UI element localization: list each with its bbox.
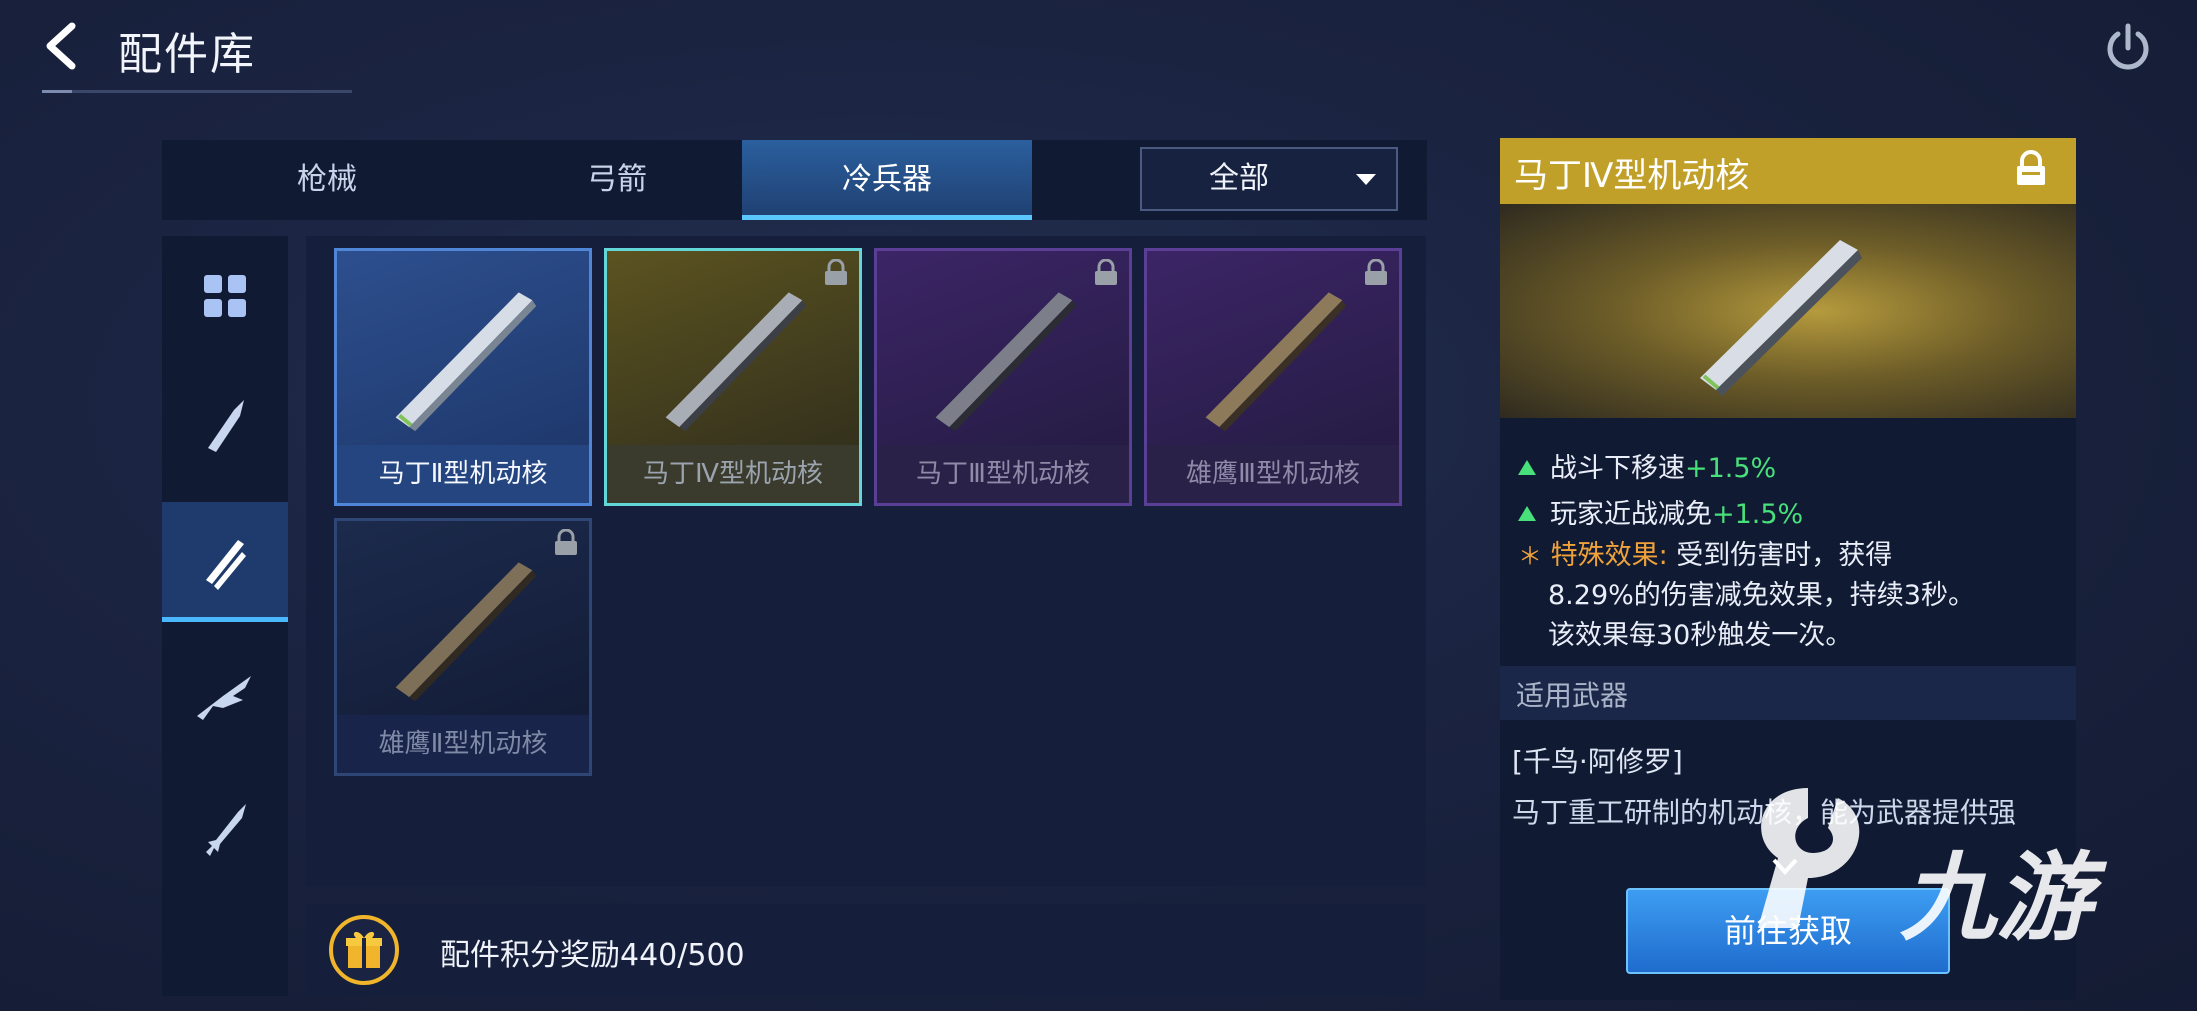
gift-button[interactable] [328,914,400,986]
dual-blade-icon [206,539,246,590]
power-button[interactable] [2100,20,2156,76]
star-icon: ＊ [1518,542,1542,570]
core-image [665,292,807,432]
side-item-all[interactable] [162,236,288,356]
special-effect-line: ＊ 特殊效果: 受到伤害时，获得 [1518,536,1892,576]
reward-label: 配件积分奖励440/500 [440,938,745,973]
sword-icon [206,804,246,856]
applicable-weapon: [千鸟·阿修罗] [1512,745,1683,778]
title-divider [42,90,352,93]
item-name: 雄鹰Ⅲ型机动核 [1147,445,1399,503]
watermark-logo [1758,788,1860,928]
up-arrow-icon [1518,460,1536,475]
stat-value: +1.5% [1685,453,1777,484]
special-effect-text: 8.29%的伤害减免效果，持续3秒。 [1548,580,1975,611]
special-effect-label: 特殊效果: [1550,540,1668,571]
stat-label: 战斗下移速 [1550,453,1685,484]
chevron-down-icon [1356,174,1376,185]
side-item-wing-blade[interactable] [162,636,288,756]
title-divider-accent [42,90,72,93]
section-title: 适用武器 [1516,679,1629,712]
item-card-selected[interactable]: 马丁Ⅳ型机动核 [604,248,862,506]
power-icon [2107,23,2149,70]
grid-icon [204,275,246,317]
core-image [395,562,537,702]
item-name: 马丁Ⅲ型机动核 [877,445,1129,503]
item-card[interactable]: 雄鹰Ⅱ型机动核 [334,518,592,776]
core-image [395,292,537,432]
filter-dropdown[interactable]: 全部 [1140,147,1398,211]
lock-icon [825,259,847,285]
side-nav [162,236,288,996]
tab-guns[interactable]: 枪械 [182,140,472,220]
watermark-text: 九游 [1900,842,2092,954]
detail-title: 马丁Ⅳ型机动核 [1514,156,1750,196]
stat-label: 玩家近战减免 [1550,499,1712,530]
lock-icon [2017,150,2045,185]
up-arrow-icon [1518,506,1536,521]
stat-row: 战斗下移速+1.5% [1518,446,1776,485]
item-card[interactable]: 马丁Ⅲ型机动核 [874,248,1132,506]
core-image [935,292,1077,432]
item-name: 雄鹰Ⅱ型机动核 [337,715,589,773]
filter-selected: 全部 [1209,161,1269,196]
back-button[interactable] [38,18,88,74]
lock-icon [555,529,577,555]
gift-icon [329,915,399,985]
item-card[interactable]: 马丁Ⅱ型机动核 [334,248,592,506]
blade-icon [208,400,244,452]
weapons-section-header: 适用武器 [1500,666,2076,720]
special-effect-text: 受到伤害时，获得 [1676,540,1893,571]
core-image [1700,240,1862,396]
detail-image [1500,204,2076,418]
tab-melee[interactable]: 冷兵器 [742,140,1032,220]
wing-blade-icon [197,676,251,720]
lock-icon [1095,259,1117,285]
item-name: 马丁Ⅱ型机动核 [337,445,589,503]
side-item-sword[interactable] [162,768,288,888]
lock-icon [1365,259,1387,285]
chevron-left-icon [46,22,76,70]
item-grid: 马丁Ⅱ型机动核 马丁Ⅳ型机动核 马丁Ⅲ型机动核 雄鹰Ⅲ型机动核 雄鹰Ⅱ型机动核 [306,236,1426,886]
stat-row: 玩家近战减免+1.5% [1518,492,1803,531]
stat-value: +1.5% [1712,499,1804,530]
core-image [1205,292,1347,432]
special-effect-text: 该效果每30秒触发一次。 [1548,620,1853,651]
side-item-blade[interactable] [162,366,288,486]
side-item-dual-blade[interactable] [162,502,288,622]
page-title: 配件库 [118,29,256,80]
item-card[interactable]: 雄鹰Ⅲ型机动核 [1144,248,1402,506]
item-name: 马丁Ⅳ型机动核 [607,445,859,503]
tab-bows[interactable]: 弓箭 [472,140,762,220]
